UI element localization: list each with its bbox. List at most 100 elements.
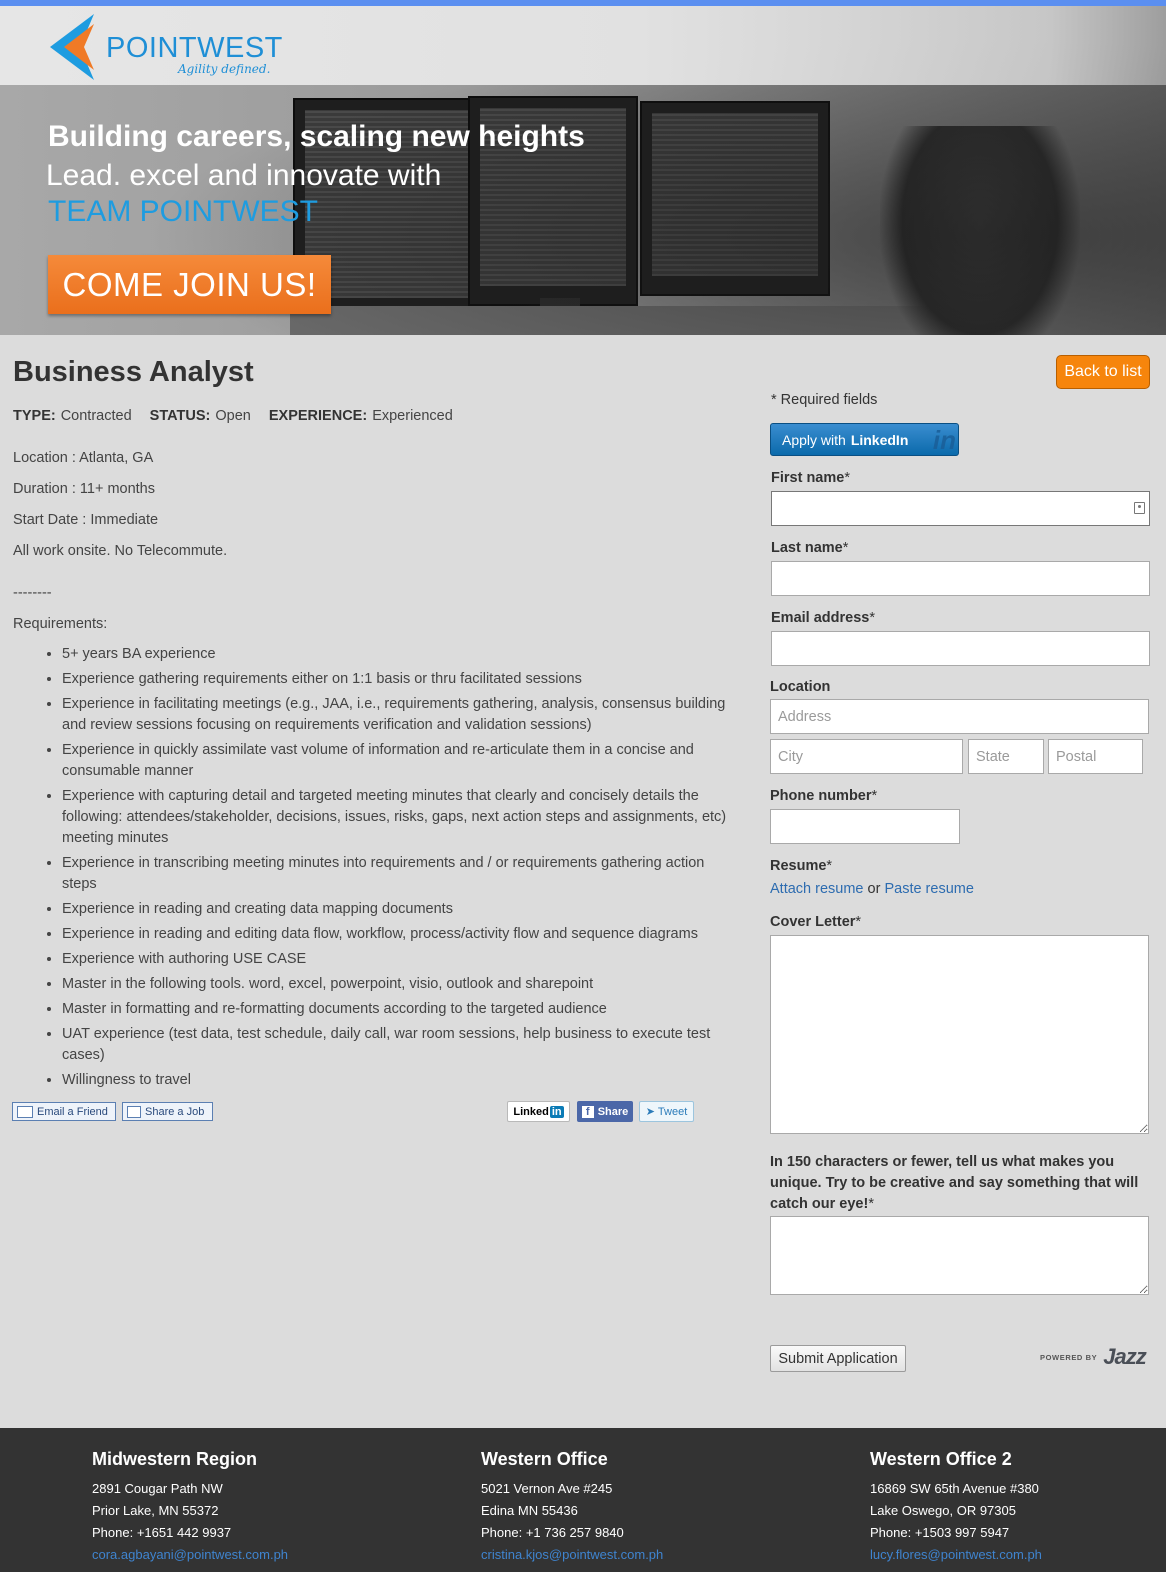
list-item: Experience in reading and editing data f… [62, 924, 728, 945]
facebook-icon: f [581, 1105, 594, 1118]
logo-wordmark: POINTWEST [106, 32, 283, 64]
office-email-link[interactable]: cora.agbayani@pointwest.com.ph [92, 1544, 288, 1566]
email-label: Email address* [771, 610, 875, 626]
office-title: Western Office 2 [870, 1449, 1012, 1469]
list-item: Experience with capturing detail and tar… [62, 786, 728, 849]
email-a-friend-button[interactable]: Email a Friend [12, 1102, 116, 1121]
twitter-bird-icon: ➤ [645, 1106, 655, 1118]
office-title: Western Office [481, 1449, 608, 1469]
share-a-job-button[interactable]: Share a Job [122, 1102, 213, 1121]
email-a-friend-label: Email a Friend [37, 1105, 108, 1118]
experience-label: EXPERIENCE: [268, 408, 368, 424]
job-location: Location : Atlanta, GA [13, 450, 154, 466]
linkedin-icon: in [549, 1105, 564, 1118]
list-item: Master in the following tools. word, exc… [62, 974, 728, 995]
office-address-line: Prior Lake, MN 55372 [92, 1503, 219, 1518]
list-item: Master in formatting and re-formatting d… [62, 999, 728, 1020]
first-name-label: First name* [771, 470, 850, 486]
logo-chevron-icon [50, 14, 94, 80]
list-item: Experience in reading and creating data … [62, 899, 728, 920]
list-item: Experience gathering requirements either… [62, 669, 728, 690]
office-phone: Phone: +1 736 257 9840 [481, 1525, 624, 1540]
hero-team-name: TEAM POINTWEST [48, 195, 318, 228]
come-join-us-button[interactable]: COME JOIN US! [48, 255, 331, 314]
tweet-label: Tweet [657, 1105, 688, 1118]
city-input[interactable] [770, 739, 963, 774]
type-value: Contracted [60, 408, 132, 424]
job-onsite-note: All work onsite. No Telecommute. [13, 543, 228, 559]
resume-label: Resume* [770, 858, 833, 874]
status-label: STATUS: [149, 408, 211, 424]
phone-label: Phone number* [770, 788, 878, 804]
office-title: Midwestern Region [92, 1449, 258, 1469]
submit-application-button[interactable]: Submit Application [770, 1345, 906, 1372]
state-input[interactable] [968, 739, 1044, 774]
job-meta: TYPE: Contracted STATUS: Open EXPERIENCE: E… [13, 408, 453, 424]
list-item: Experience with authoring USE CASE [62, 949, 728, 970]
hero-headline: Building careers, scaling new heights [48, 120, 585, 153]
share-a-job-label: Share a Job [145, 1105, 205, 1118]
office-column: Midwestern Region 2891 Cougar Path NW Pr… [92, 1446, 288, 1566]
required-fields-note: * Required fields [771, 392, 878, 408]
list-item: Willingness to travel [62, 1070, 728, 1091]
office-phone: Phone: +1503 997 5947 [870, 1525, 1010, 1540]
type-label: TYPE: [13, 408, 56, 424]
job-title: Business Analyst [13, 356, 254, 388]
facebook-share-label: Share [597, 1105, 629, 1118]
office-address-line: Edina MN 55436 [481, 1503, 578, 1518]
apply-with-linkedin-button[interactable]: Apply with LinkedIn in [770, 423, 959, 456]
contact-card-icon[interactable] [1134, 502, 1145, 514]
cover-letter-label: Cover Letter* [770, 914, 862, 930]
office-email-link[interactable]: cristina.kjos@pointwest.com.ph [481, 1544, 663, 1566]
list-item: UAT experience (test data, test schedule… [62, 1024, 728, 1066]
linkedin-brand: LinkedIn [850, 431, 909, 448]
office-column: Western Office 2 16869 SW 65th Avenue #3… [870, 1446, 1042, 1566]
last-name-input[interactable] [771, 561, 1150, 596]
linkedin-share-button[interactable]: Linked in [507, 1101, 570, 1122]
address-input[interactable] [770, 699, 1149, 734]
job-start-date: Start Date : Immediate [13, 512, 159, 528]
social-grid-icon [127, 1105, 141, 1118]
office-email-link[interactable]: lucy.flores@pointwest.com.ph [870, 1544, 1042, 1566]
back-to-list-button[interactable]: Back to list [1056, 355, 1150, 389]
unique-question-label: In 150 characters or fewer, tell us what… [770, 1154, 1139, 1212]
office-address-line: 2891 Cougar Path NW [92, 1481, 223, 1496]
unique-answer-textarea[interactable] [770, 1216, 1149, 1295]
cover-letter-textarea[interactable] [770, 935, 1149, 1134]
resume-options: Attach resume or Paste resume [770, 881, 974, 897]
list-item: Experience in quickly assimilate vast vo… [62, 740, 728, 782]
postal-input[interactable] [1048, 739, 1143, 774]
list-item: Experience in transcribing meeting minut… [62, 853, 728, 895]
hero-subline: Lead. excel and innovate with [46, 159, 442, 192]
office-address-line: Lake Oswego, OR 97305 [870, 1503, 1016, 1518]
list-item: Experience in facilitating meetings (e.g… [62, 694, 728, 736]
office-column: Western Office 5021 Vernon Ave #245 Edin… [481, 1446, 663, 1566]
linkedin-share-label: Linked [513, 1105, 549, 1118]
resume-or-text: or [863, 881, 885, 897]
requirements-list: 5+ years BA experience Experience gather… [13, 644, 728, 1095]
logo-tagline: Agility defined. [178, 62, 271, 76]
job-duration: Duration : 11+ months [13, 481, 155, 497]
office-address-line: 16869 SW 65th Avenue #380 [870, 1481, 1039, 1496]
powered-by-text: POWERED BY [1040, 1352, 1098, 1362]
list-item: 5+ years BA experience [62, 644, 728, 665]
phone-input[interactable] [770, 809, 960, 844]
apply-with-linkedin-prefix: Apply with [782, 431, 846, 448]
pointwest-logo[interactable]: POINTWEST Agility defined. [42, 12, 302, 82]
hero-banner: POINTWEST Agility defined. Building care… [0, 6, 1166, 335]
powered-by-jazz-logo[interactable]: POWERED BY Jazz [1040, 1344, 1147, 1369]
first-name-input[interactable] [771, 491, 1150, 526]
envelope-icon [17, 1105, 33, 1118]
requirements-heading: Requirements: [13, 616, 108, 632]
divider-text: -------- [13, 585, 52, 601]
footer: Midwestern Region 2891 Cougar Path NW Pr… [0, 1428, 1166, 1572]
tweet-button[interactable]: ➤ Tweet [639, 1101, 694, 1122]
jazz-wordmark: Jazz [1103, 1344, 1146, 1369]
facebook-share-button[interactable]: f Share [577, 1101, 633, 1122]
office-phone: Phone: +1651 442 9937 [92, 1525, 232, 1540]
email-input[interactable] [771, 631, 1150, 666]
attach-resume-link[interactable]: Attach resume [770, 881, 864, 897]
last-name-label: Last name* [771, 540, 849, 556]
location-label: Location [770, 679, 831, 695]
paste-resume-link[interactable]: Paste resume [884, 881, 973, 897]
